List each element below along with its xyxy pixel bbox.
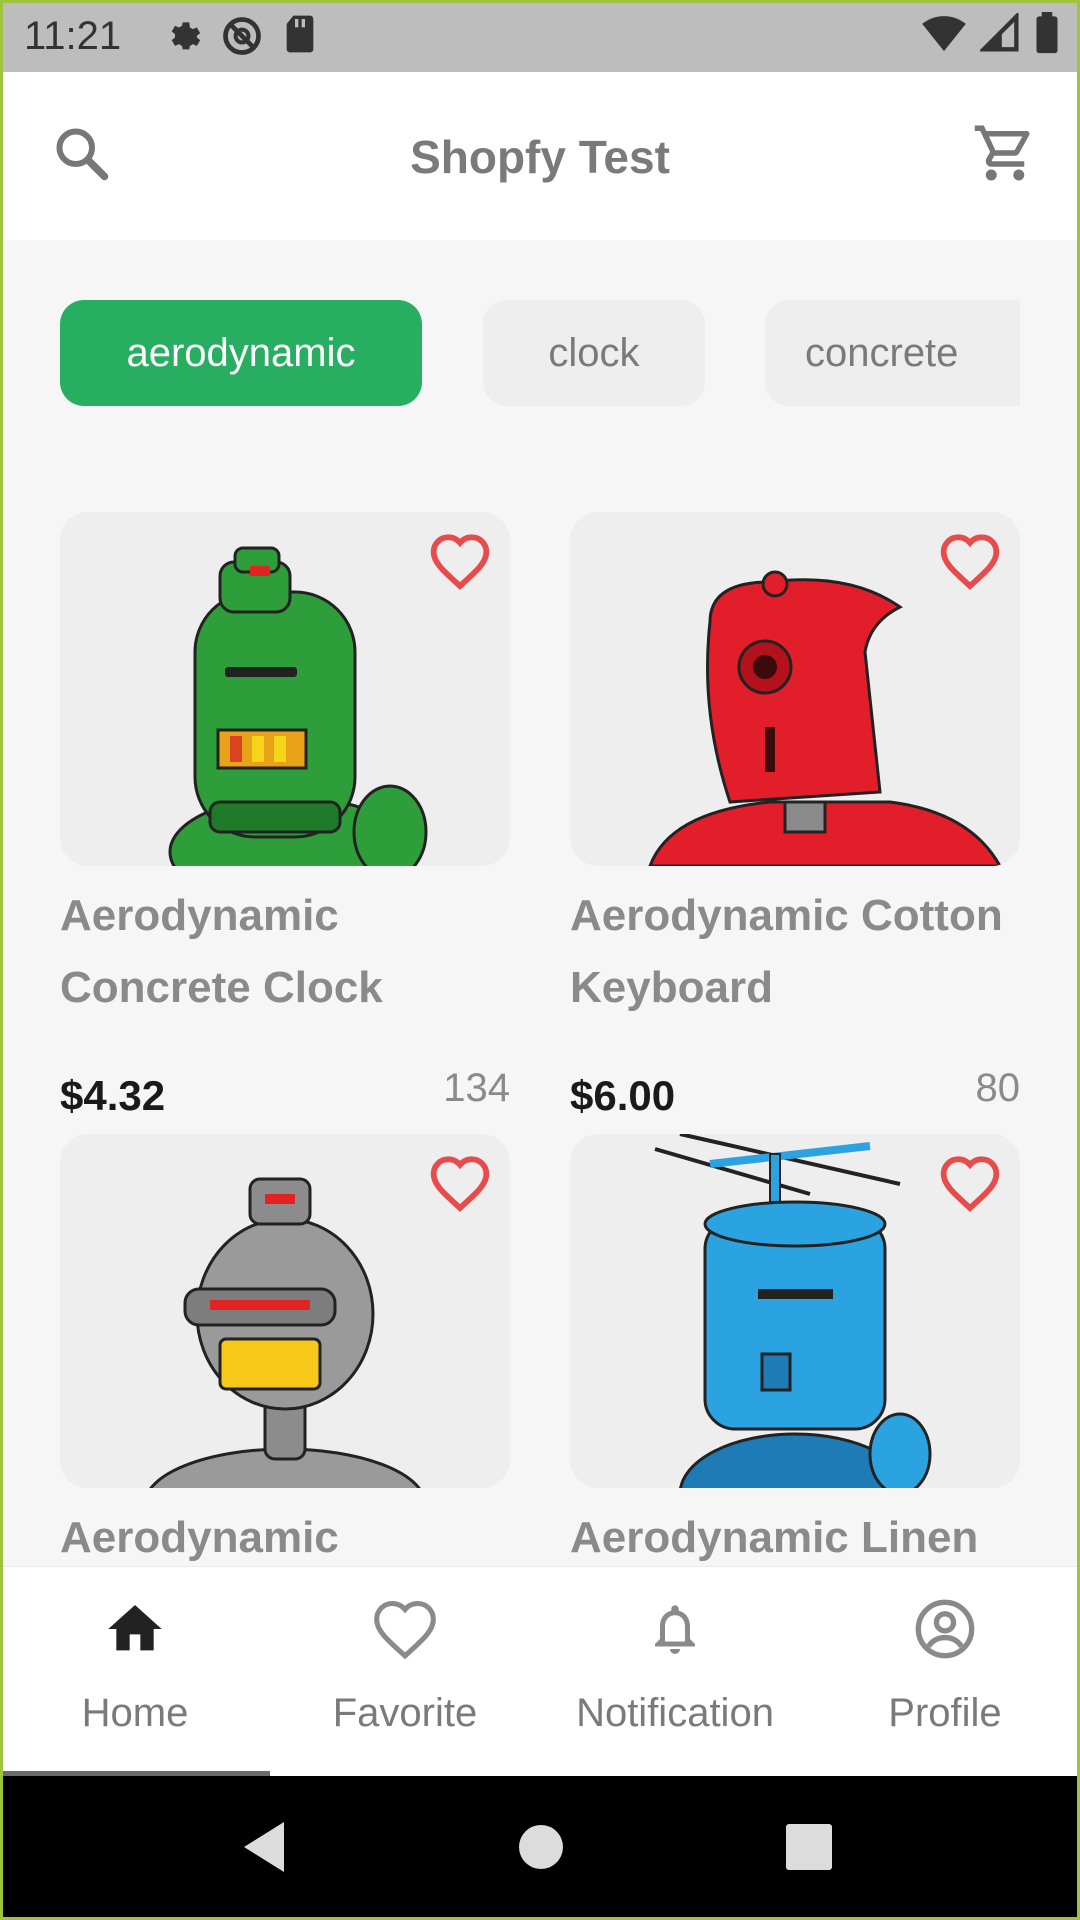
wifi-icon — [922, 13, 966, 58]
nav-profile[interactable]: Profile — [810, 1567, 1080, 1777]
chip-clock[interactable]: clock — [483, 300, 705, 406]
status-time: 11:21 — [24, 14, 122, 58]
system-navigation-bar — [0, 1776, 1080, 1920]
profile-icon — [913, 1597, 977, 1666]
product-name: Aerodynamic — [60, 1513, 339, 1562]
favorite-heart-icon[interactable] — [428, 1154, 492, 1217]
nav-favorite[interactable]: Favorite — [270, 1567, 540, 1777]
product-count: 134 — [443, 1066, 510, 1110]
nav-home[interactable]: Home — [0, 1567, 270, 1777]
chip-aerodynamic[interactable]: aerodynamic — [60, 300, 422, 406]
favorite-heart-icon[interactable] — [428, 532, 492, 595]
nav-favorite-label: Favorite — [332, 1691, 478, 1735]
product-name: Aerodynamic Linen — [570, 1513, 979, 1562]
nav-notification[interactable]: Notification — [540, 1567, 810, 1777]
heart-icon — [371, 1597, 439, 1666]
nav-home-label: Home — [81, 1691, 189, 1735]
chip-concrete[interactable]: concrete — [765, 300, 1020, 406]
page-title: Shopfy Test — [410, 131, 670, 183]
recents-icon[interactable] — [786, 1824, 832, 1875]
product-price: $4.32 — [60, 1072, 166, 1119]
app-bar: Shopfy Test — [0, 72, 1080, 240]
bottom-navigation: Home Favorite Notification Profile — [0, 1566, 1080, 1777]
back-icon[interactable] — [244, 1822, 288, 1877]
no-disturb-icon — [220, 14, 264, 63]
home-circle-icon[interactable] — [518, 1824, 564, 1875]
product-price: $6.00 — [570, 1072, 676, 1119]
product-name: Aerodynamic Concrete Clock — [60, 891, 383, 1012]
favorite-heart-icon[interactable] — [938, 532, 1002, 595]
status-bar: 11:21 — [0, 0, 1080, 72]
nav-notification-label: Notification — [576, 1691, 774, 1735]
favorite-heart-icon[interactable] — [938, 1154, 1002, 1217]
home-icon — [103, 1597, 167, 1666]
nav-profile-label: Profile — [888, 1691, 1002, 1735]
product-name: Aerodynamic Cotton Keyboard — [570, 891, 1003, 1012]
cart-icon[interactable] — [972, 120, 1038, 191]
category-chips: aerodynamic clock concrete — [60, 300, 1020, 408]
signal-icon — [978, 11, 1020, 58]
sd-card-icon — [282, 14, 318, 63]
product-count: 80 — [975, 1066, 1021, 1110]
battery-icon — [1034, 12, 1060, 59]
bell-icon — [645, 1597, 705, 1666]
settings-icon — [162, 14, 202, 63]
